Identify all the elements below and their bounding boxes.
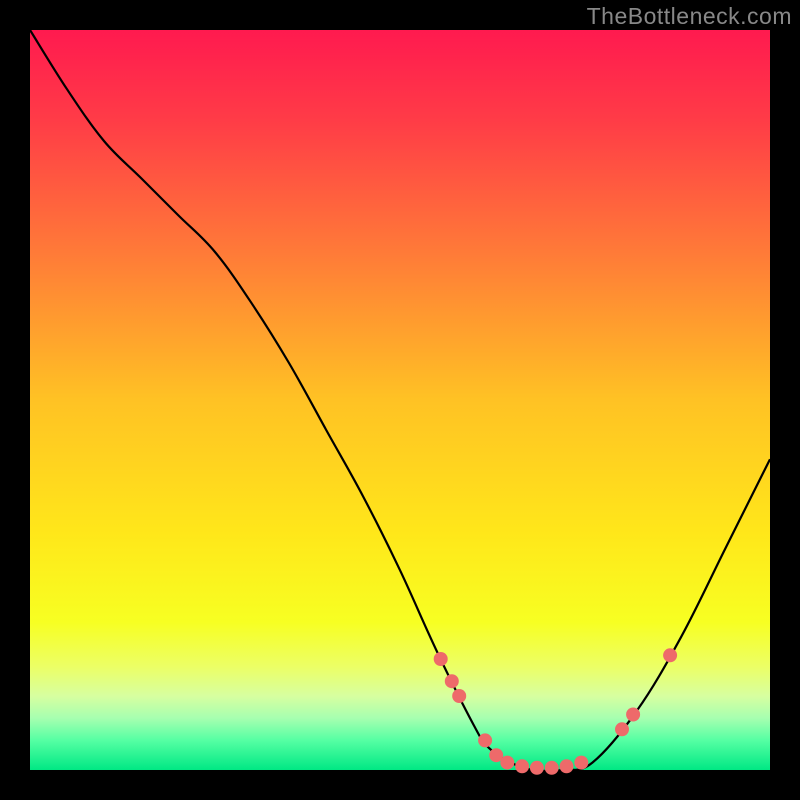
chart-marker [515,759,529,773]
chart-marker [545,761,559,775]
chart-marker [560,759,574,773]
bottleneck-chart [0,0,800,800]
plot-background [30,30,770,770]
chart-marker [530,761,544,775]
watermark-text: TheBottleneck.com [587,3,792,30]
chart-marker [663,648,677,662]
chart-marker [615,722,629,736]
chart-marker [574,756,588,770]
chart-marker [434,652,448,666]
chart-marker [445,674,459,688]
chart-marker [452,689,466,703]
chart-marker [500,756,514,770]
chart-marker [478,733,492,747]
chart-marker [626,708,640,722]
